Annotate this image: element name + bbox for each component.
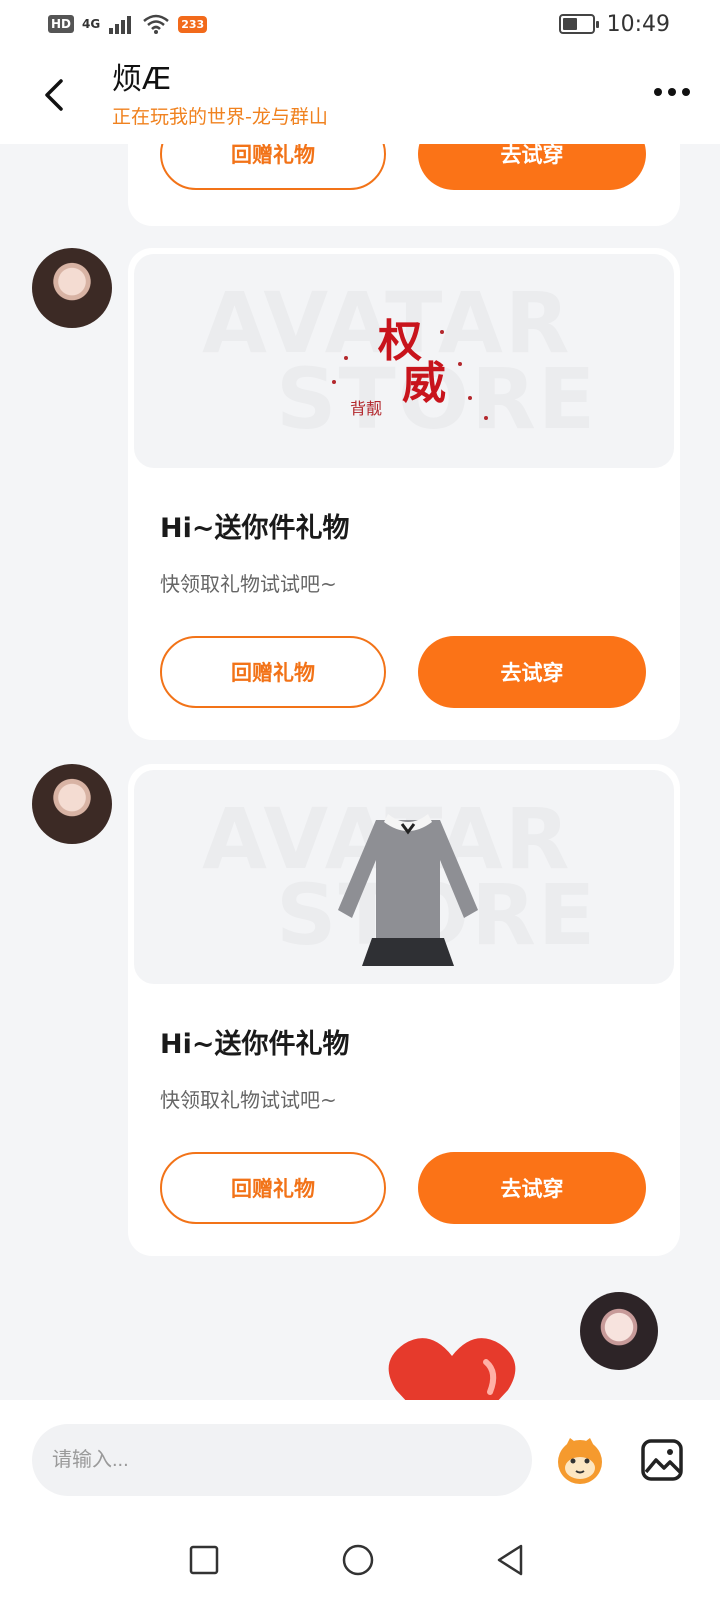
return-gift-button[interactable]: 回赠礼物	[160, 636, 386, 708]
calligraphy-side: 背靓	[350, 399, 382, 418]
triangle-back-icon	[497, 1544, 523, 1576]
navigation-bar	[0, 1524, 720, 1600]
sender-avatar[interactable]	[32, 248, 112, 328]
self-avatar[interactable]	[580, 1292, 658, 1370]
back-button[interactable]	[32, 70, 76, 120]
calligraphy-accessory-image: 权 威 背靓	[332, 316, 488, 420]
wifi-icon	[143, 14, 170, 34]
try-on-button[interactable]: 去试穿	[418, 144, 646, 190]
emoji-icon[interactable]	[554, 1434, 606, 1486]
heart-sticker[interactable]	[386, 1332, 518, 1400]
square-icon	[189, 1545, 219, 1575]
more-dot	[682, 88, 690, 96]
message-input[interactable]	[32, 1424, 532, 1496]
input-bar	[0, 1400, 720, 1524]
chat-messages[interactable]: 回赠礼物 去试穿 AVATAR STORE 权 威 背靓 Hi~送你件礼物 快领…	[0, 144, 720, 1400]
image-icon[interactable]	[640, 1438, 684, 1482]
signal-icon	[109, 16, 132, 34]
gift-image[interactable]: AVATAR STORE	[134, 770, 674, 984]
try-on-button[interactable]: 去试穿	[418, 1152, 646, 1224]
status-left: HD 4G 233	[48, 13, 208, 35]
title-wrap: 烦Æ 正在玩我的世界-龙与群山	[112, 62, 328, 129]
gift-title: Hi~送你件礼物	[160, 513, 350, 544]
back-nav-button[interactable]	[490, 1540, 530, 1580]
status-bar: HD 4G 233 10:49	[0, 0, 720, 48]
more-dot	[668, 88, 676, 96]
contact-name: 烦Æ	[112, 62, 172, 97]
circle-icon	[342, 1544, 374, 1576]
gift-card: 回赠礼物 去试穿	[128, 144, 680, 226]
return-gift-button[interactable]: 回赠礼物	[160, 144, 386, 190]
hd-badge: HD	[48, 15, 75, 33]
more-horizontal-icon	[654, 88, 662, 96]
clock: 10:49	[606, 11, 670, 37]
gift-title: Hi~送你件礼物	[160, 1029, 350, 1060]
status-right: 10:49	[558, 11, 670, 37]
battery-icon	[558, 14, 599, 34]
gift-description: 快领取礼物试试吧~	[160, 572, 337, 596]
contact-status[interactable]: 正在玩我的世界-龙与群山	[112, 102, 328, 129]
battery-level	[562, 18, 577, 30]
return-gift-button[interactable]: 回赠礼物	[160, 1152, 386, 1224]
gift-image[interactable]: AVATAR STORE 权 威 背靓	[134, 254, 674, 468]
chat-header: 烦Æ 正在玩我的世界-龙与群山	[0, 48, 720, 144]
gift-card: AVATAR STORE Hi~送你件礼物 快领取礼物试试吧~ 回赠礼物 去试穿	[128, 764, 680, 1256]
gift-card: AVATAR STORE 权 威 背靓 Hi~送你件礼物 快领取礼物试试吧~ 回…	[128, 248, 680, 740]
sweater-skirt-image	[338, 814, 478, 966]
home-button[interactable]	[338, 1540, 378, 1580]
sender-avatar[interactable]	[32, 764, 112, 844]
chevron-left-icon	[45, 79, 63, 111]
try-on-button[interactable]: 去试穿	[418, 636, 646, 708]
calligraphy-main-2: 威	[402, 358, 446, 409]
gift-description: 快领取礼物试试吧~	[160, 1088, 337, 1112]
app-notification-badge: 233	[178, 15, 208, 33]
more-button[interactable]	[654, 88, 690, 96]
recents-button[interactable]	[184, 1540, 224, 1580]
network-type: 4G	[82, 17, 101, 31]
